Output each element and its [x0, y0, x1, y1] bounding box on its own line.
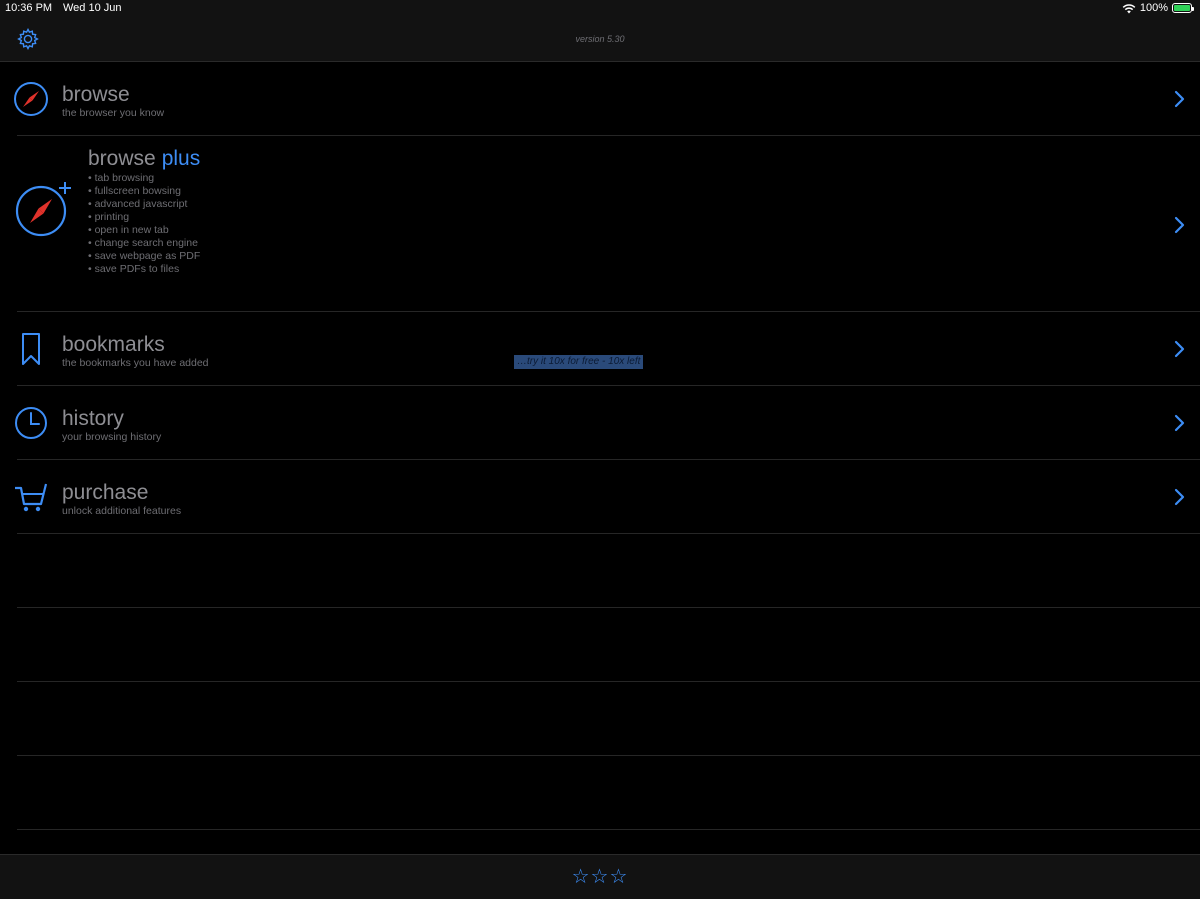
feature-list: • tab browsing • fullscreen bowsing • ad…	[88, 172, 200, 276]
chevron-right-icon	[1174, 414, 1185, 432]
chevron-right-icon	[1174, 216, 1185, 234]
empty-row	[0, 608, 1200, 682]
browse-plus-title: browse plus	[88, 147, 200, 171]
status-right: 100%	[1122, 2, 1194, 14]
chevron-right-icon	[1174, 90, 1185, 108]
empty-row	[0, 682, 1200, 756]
empty-row	[0, 534, 1200, 608]
menu-row-browse-plus[interactable]: browse plus • tab browsing • fullscreen b…	[0, 136, 1200, 369]
clock-icon	[15, 407, 47, 439]
app-screen: 10:36 PM Wed 10 Jun 100% version 5.30 br…	[0, 0, 1200, 899]
menu-list: browse the browser you know browse plus •…	[0, 62, 1200, 830]
chevron-right-icon	[1174, 488, 1185, 506]
rating-stars[interactable]: ☆☆☆	[0, 864, 1200, 888]
browse-plus-title-main: browse	[88, 147, 156, 170]
row-title: history	[62, 407, 124, 430]
cart-icon	[15, 483, 48, 512]
status-time: 10:36 PM	[5, 2, 53, 14]
battery-icon	[1172, 3, 1194, 13]
bottom-toolbar: ☆☆☆	[0, 854, 1200, 899]
battery-fill	[1174, 5, 1190, 11]
version-label: version 5.30	[575, 34, 625, 44]
row-subtitle: the bookmarks you have added	[62, 357, 209, 369]
row-title: purchase	[62, 481, 149, 504]
compass-icon	[14, 82, 48, 116]
feature-item: • save webpage as PDF	[88, 250, 201, 262]
wifi-icon	[1122, 3, 1136, 13]
battery-percent: 100%	[1139, 2, 1168, 14]
compass-plus-icon	[15, 182, 71, 237]
feature-item: • advanced javascript	[88, 198, 188, 210]
menu-row-purchase[interactable]: purchase unlock additional features	[0, 460, 1200, 534]
row-title: browse	[62, 83, 130, 106]
feature-item: • tab browsing	[88, 172, 155, 184]
feature-item: • change search engine	[88, 237, 198, 249]
menu-row-browse[interactable]: browse the browser you know	[0, 62, 1200, 136]
chevron-right-icon	[1174, 340, 1185, 358]
empty-row	[0, 756, 1200, 830]
battery-nub	[1192, 7, 1194, 11]
browse-plus-title-accent: plus	[161, 147, 201, 170]
row-subtitle: the browser you know	[62, 107, 165, 119]
bookmark-icon	[22, 333, 40, 365]
row-title: bookmarks	[62, 333, 165, 356]
row-subtitle: your browsing history	[62, 431, 162, 443]
row-subtitle: unlock additional features	[62, 505, 182, 517]
feature-item: • open in new tab	[88, 224, 169, 236]
nav-bar: version 5.30	[0, 17, 1200, 62]
feature-item: • save PDFs to files	[88, 263, 180, 275]
status-bar: 10:36 PM Wed 10 Jun 100%	[0, 0, 1200, 17]
menu-row-history[interactable]: history your browsing history	[0, 386, 1200, 460]
status-date: Wed 10 Jun	[63, 2, 122, 14]
feature-item: • fullscreen bowsing	[88, 185, 181, 197]
feature-item: • printing	[88, 211, 130, 223]
menu-row-bookmarks[interactable]: bookmarks the bookmarks you have added	[0, 312, 1200, 386]
